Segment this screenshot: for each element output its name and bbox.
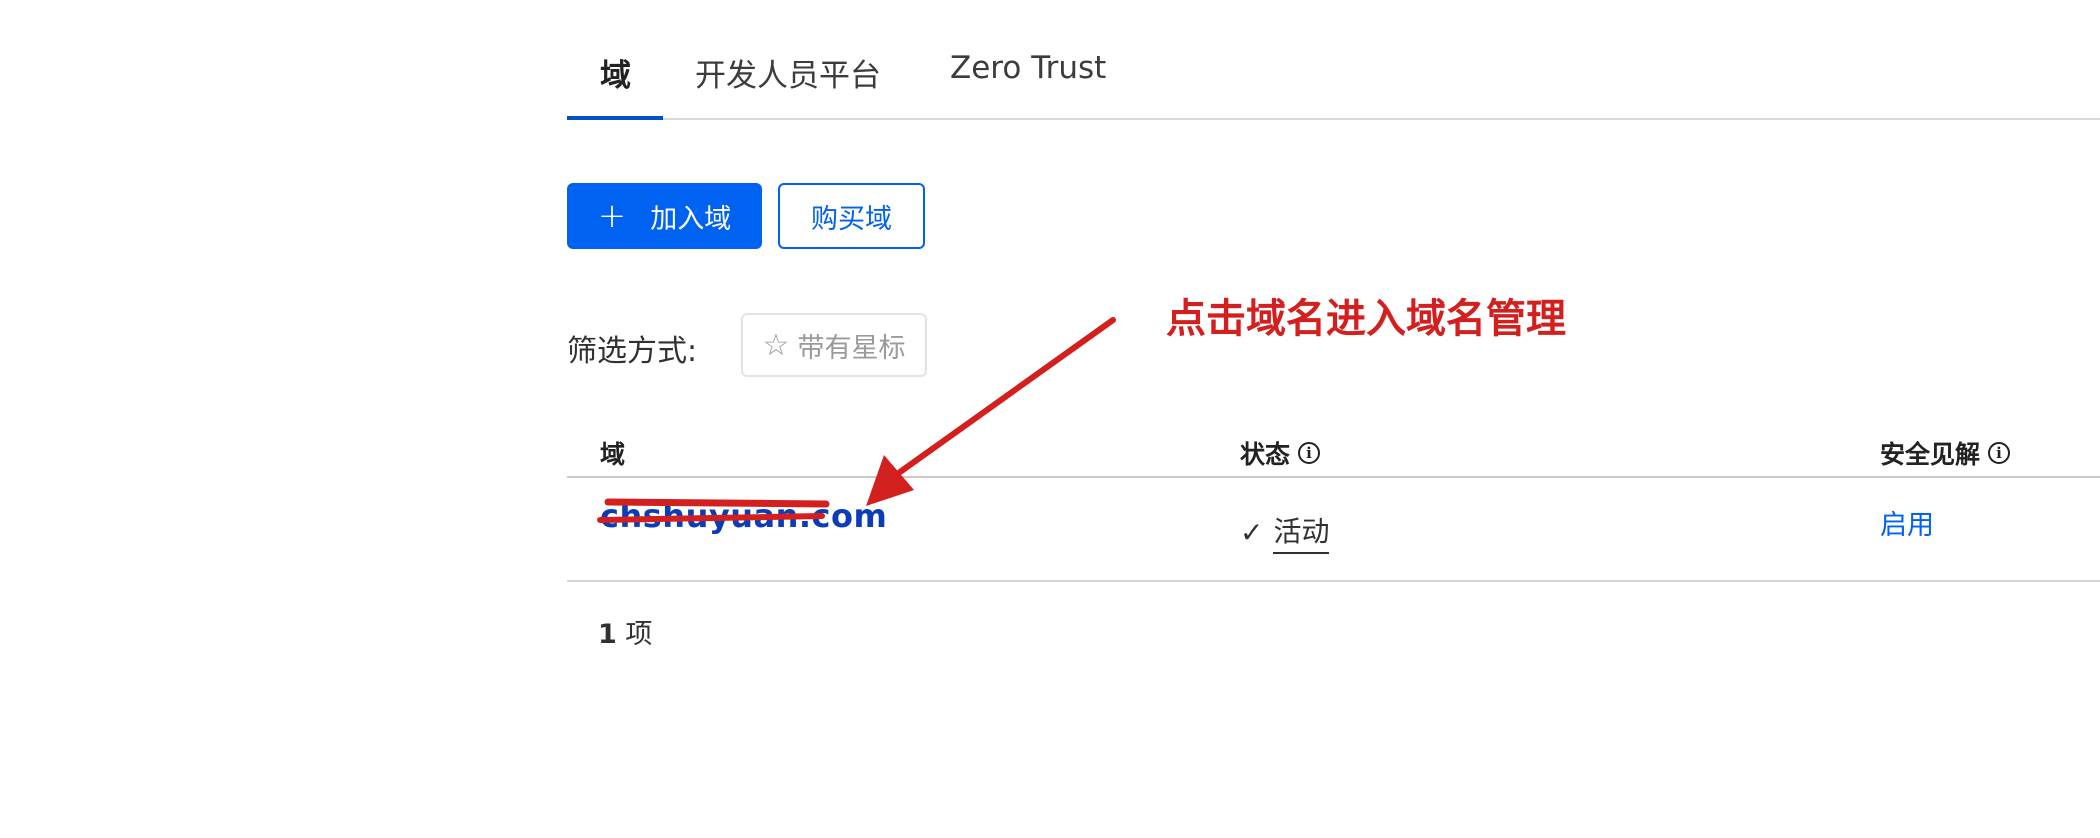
security-insights-link[interactable]: 启用 <box>1880 503 1934 542</box>
buy-domain-button[interactable]: 购买域 <box>778 183 925 249</box>
item-count: 1 项 <box>598 612 652 651</box>
tab-developer-platform[interactable]: 开发人员平台 <box>695 50 881 95</box>
tab-domains[interactable]: 域 <box>600 50 631 95</box>
table-header-divider <box>567 476 2100 478</box>
column-header-domain: 域 <box>600 435 625 471</box>
status-cell: ✓ 活动 <box>1240 510 1330 554</box>
table-row-divider <box>567 580 2100 582</box>
tab-active-indicator <box>567 116 663 120</box>
tab-developer-platform-label: 开发人员平台 <box>695 58 881 94</box>
starred-filter-label: 带有星标 <box>797 332 906 364</box>
column-header-domain-label: 域 <box>600 440 626 469</box>
column-header-status: 状态 i <box>1240 435 1321 471</box>
annotation-arrow-shaft <box>897 317 1116 475</box>
star-outline-icon: ☆ <box>762 327 790 363</box>
starred-filter-chip[interactable]: ☆ 带有星标 <box>741 313 927 377</box>
annotation-overlay <box>597 317 1116 523</box>
info-icon[interactable]: i <box>1298 442 1321 464</box>
column-header-security-label: 安全见解 <box>1880 440 1981 469</box>
status-text[interactable]: 活动 <box>1273 510 1330 554</box>
tab-zero-trust[interactable]: Zero Trust <box>950 50 1106 86</box>
add-domain-button[interactable]: + 加入域 <box>567 183 762 249</box>
item-count-unit: 项 <box>625 619 653 650</box>
domain-link[interactable]: chshuyuan.com <box>600 497 887 535</box>
page: 域 开发人员平台 Zero Trust + 加入域 购买域 筛选方式: ☆ 带有… <box>0 0 2100 838</box>
add-domain-label: 加入域 <box>650 203 732 235</box>
tab-domains-label: 域 <box>600 58 631 94</box>
check-icon: ✓ <box>1240 515 1264 549</box>
column-header-status-label: 状态 <box>1240 440 1291 469</box>
column-header-security: 安全见解 i <box>1880 435 2011 471</box>
tab-bar: 域 开发人员平台 Zero Trust <box>567 30 2100 120</box>
item-count-number: 1 <box>598 619 617 650</box>
plus-icon: + <box>597 196 627 236</box>
buy-domain-label: 购买域 <box>811 203 892 235</box>
filter-label: 筛选方式: <box>567 334 698 369</box>
tab-zero-trust-label: Zero Trust <box>950 50 1107 86</box>
info-icon[interactable]: i <box>1988 442 2011 464</box>
annotation-text: 点击域名进入域名管理 <box>1166 296 1566 342</box>
